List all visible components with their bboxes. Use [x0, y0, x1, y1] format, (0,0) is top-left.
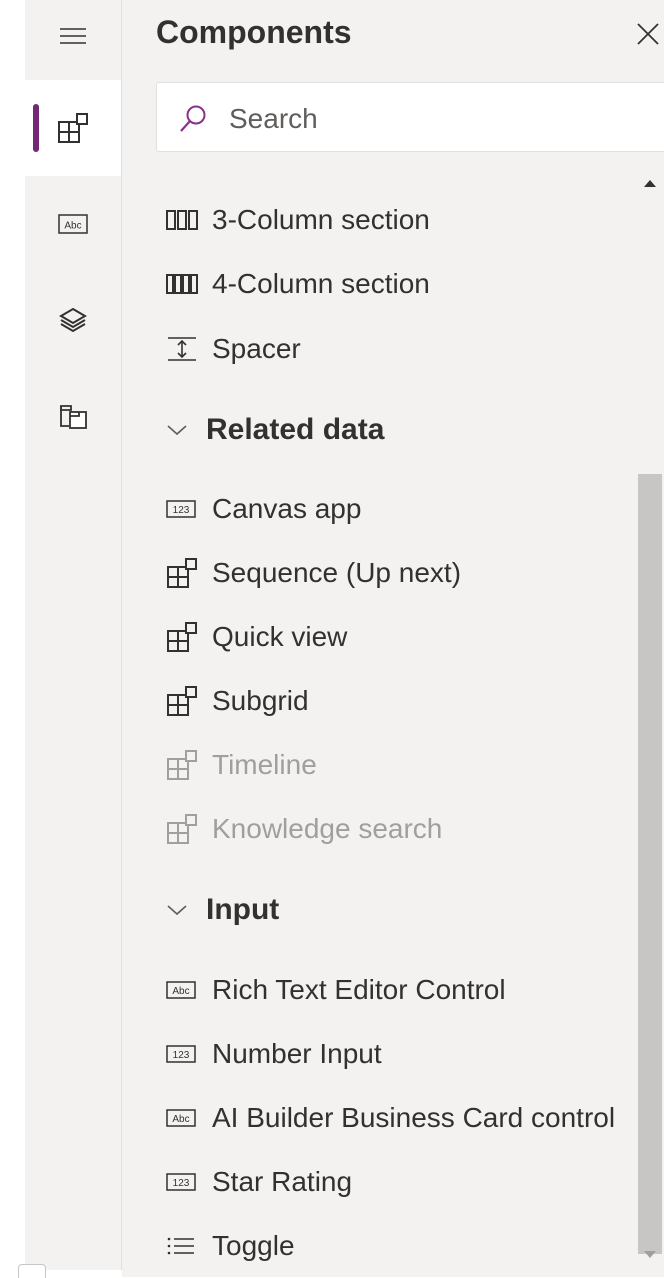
section-heading: Input — [206, 893, 280, 926]
list-item-ai-builder-business-card-control[interactable]: Abc AI Builder Business Card control — [166, 1096, 615, 1140]
search-input[interactable] — [227, 95, 661, 143]
chevron-down-icon — [167, 425, 187, 436]
abc-icon: Abc — [58, 214, 88, 234]
list-item-label: Subgrid — [212, 685, 309, 716]
list-icon — [167, 1237, 194, 1255]
svg-text:Abc: Abc — [64, 221, 81, 232]
components-icon — [58, 113, 88, 143]
scroll-up-arrow-icon[interactable] — [643, 178, 657, 188]
search-icon — [180, 105, 206, 132]
list-item-label: 3-Column section — [212, 204, 430, 235]
components-icon — [167, 814, 197, 844]
section-heading: Related data — [206, 413, 385, 446]
number-123-icon: 123 — [166, 1045, 196, 1063]
list-item-spacer[interactable]: Spacer — [166, 327, 301, 371]
list-item-label: Rich Text Editor Control — [212, 974, 506, 1005]
copy-form-icon — [60, 405, 87, 429]
list-item-label: Canvas app — [212, 493, 362, 524]
rail-item-copy-form[interactable] — [25, 368, 121, 464]
list-item-number-input[interactable]: 123 Number Input — [166, 1032, 382, 1076]
rail-item-text-field[interactable]: Abc — [25, 176, 121, 272]
number-123-icon: 123 — [166, 1173, 196, 1191]
list-item-timeline: Timeline — [166, 743, 317, 787]
list-item-label: Knowledge search — [212, 813, 443, 844]
components-icon — [167, 686, 197, 716]
close-icon — [637, 23, 659, 45]
list-item-label: Star Rating — [212, 1166, 353, 1197]
list-item-3-column-section[interactable]: 3-Column section — [166, 198, 430, 242]
layers-icon — [59, 307, 87, 333]
vertical-scrollbar[interactable] — [636, 170, 664, 1270]
number-123-icon: 123 — [166, 500, 196, 518]
search-box — [156, 82, 664, 152]
components-icon — [167, 622, 197, 652]
list-item-label: 4-Column section — [212, 268, 430, 299]
components-panel: Components 3-Column section — [122, 0, 664, 1277]
list-item-label: Quick view — [212, 621, 348, 652]
list-item-star-rating[interactable]: 123 Star Rating — [166, 1160, 352, 1204]
list-item-label: Spacer — [212, 333, 301, 364]
panel-title: Components — [156, 14, 352, 50]
rail-item-components[interactable] — [25, 80, 121, 176]
section-header-related-data[interactable]: Related data — [166, 408, 384, 452]
list-item-canvas-app[interactable]: 123 Canvas app — [166, 487, 361, 531]
scrollbar-thumb[interactable] — [638, 474, 662, 1254]
left-rail: Abc — [25, 0, 122, 1270]
list-item-label: AI Builder Business Card control — [212, 1102, 616, 1133]
svg-text:123: 123 — [173, 1178, 190, 1189]
list-item-4-column-section[interactable]: 4-Column section — [166, 262, 430, 306]
chevron-down-icon — [167, 905, 187, 916]
close-button[interactable] — [632, 18, 664, 50]
section-header-input[interactable]: Input — [166, 888, 279, 932]
three-column-icon — [166, 210, 198, 230]
list-item-knowledge-search: Knowledge search — [166, 807, 442, 851]
scroll-down-arrow-icon[interactable] — [643, 1250, 657, 1260]
list-item-label: Sequence (Up next) — [212, 557, 462, 588]
svg-text:123: 123 — [173, 505, 190, 516]
abc-icon: Abc — [166, 981, 196, 999]
svg-text:Abc: Abc — [172, 1114, 189, 1125]
components-icon — [167, 750, 197, 780]
list-item-rich-text-editor-control[interactable]: Abc Rich Text Editor Control — [166, 968, 506, 1012]
list-item-toggle[interactable]: Toggle — [166, 1224, 295, 1268]
list-item-label: Timeline — [212, 749, 317, 780]
hamburger-menu-button[interactable] — [25, 0, 121, 72]
svg-text:123: 123 — [173, 1050, 190, 1061]
hamburger-icon — [60, 28, 86, 44]
spacer-icon — [168, 337, 196, 361]
list-item-subgrid[interactable]: Subgrid — [166, 679, 309, 723]
abc-icon: Abc — [166, 1109, 196, 1127]
list-item-label: Number Input — [212, 1038, 382, 1069]
list-item-sequence-up-next[interactable]: Sequence (Up next) — [166, 551, 461, 595]
four-column-icon — [166, 274, 198, 294]
list-item-label: Toggle — [212, 1230, 295, 1261]
svg-text:Abc: Abc — [172, 986, 189, 997]
components-icon — [167, 558, 197, 588]
corner-tab — [18, 1264, 46, 1278]
list-item-quick-view[interactable]: Quick view — [166, 615, 347, 659]
rail-item-layers[interactable] — [25, 272, 121, 368]
